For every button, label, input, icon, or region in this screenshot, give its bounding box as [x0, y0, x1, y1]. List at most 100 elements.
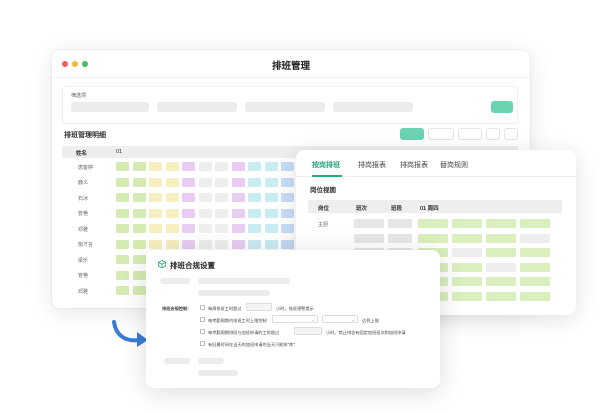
- schedule-cell[interactable]: [231, 239, 245, 249]
- schedule-cell[interactable]: [116, 239, 129, 249]
- schedule-cell[interactable]: [215, 162, 228, 171]
- schedule-cell[interactable]: [198, 193, 212, 202]
- schedule-cell[interactable]: [132, 162, 146, 171]
- rule-4-checkbox[interactable]: [200, 341, 205, 346]
- position-cell[interactable]: [452, 233, 482, 243]
- schedule-cell[interactable]: [116, 286, 129, 295]
- position-cell[interactable]: [452, 219, 482, 228]
- schedule-cell[interactable]: [264, 177, 278, 187]
- position-cell[interactable]: [520, 277, 550, 286]
- schedule-cell[interactable]: [149, 239, 162, 249]
- schedule-cell[interactable]: [248, 193, 261, 202]
- primary-action-button[interactable]: [400, 128, 424, 140]
- position-cell[interactable]: [452, 248, 482, 257]
- rule-2-checkbox[interactable]: [200, 317, 205, 322]
- filter-field-3[interactable]: [245, 102, 325, 112]
- schedule-cell[interactable]: [132, 286, 146, 295]
- schedule-cell[interactable]: [215, 177, 228, 187]
- schedule-cell[interactable]: [132, 208, 146, 218]
- position-cell[interactable]: [452, 262, 482, 272]
- rule-2-select-1[interactable]: ⌄: [272, 315, 318, 323]
- schedule-cell[interactable]: [215, 239, 228, 249]
- schedule-cell[interactable]: [215, 224, 228, 233]
- schedule-cell[interactable]: [149, 224, 162, 233]
- schedule-cell[interactable]: [116, 162, 129, 171]
- schedule-cell[interactable]: [116, 270, 129, 280]
- rule-2-select-2[interactable]: ⌄: [322, 315, 358, 323]
- schedule-cell[interactable]: [264, 239, 278, 249]
- schedule-cell[interactable]: [281, 239, 294, 249]
- schedule-cell[interactable]: [182, 162, 195, 171]
- schedule-cell[interactable]: [281, 193, 294, 202]
- position-cell[interactable]: [418, 219, 448, 228]
- schedule-cell[interactable]: [182, 193, 195, 202]
- schedule-cell[interactable]: [281, 208, 294, 218]
- schedule-cell[interactable]: [215, 193, 228, 202]
- schedule-cell[interactable]: [198, 162, 212, 171]
- schedule-cell[interactable]: [248, 224, 261, 233]
- tab-substitute-rules[interactable]: 替岗规则: [440, 160, 468, 170]
- schedule-cell[interactable]: [165, 239, 179, 249]
- schedule-cell[interactable]: [132, 177, 146, 187]
- position-cell[interactable]: [486, 248, 516, 257]
- filter-field-1[interactable]: [71, 102, 149, 112]
- filter-field-4[interactable]: [333, 102, 413, 112]
- schedule-cell[interactable]: [116, 177, 129, 187]
- schedule-cell[interactable]: [231, 224, 245, 233]
- schedule-cell[interactable]: [231, 193, 245, 202]
- schedule-cell[interactable]: [132, 193, 146, 202]
- schedule-cell[interactable]: [149, 177, 162, 187]
- schedule-cell[interactable]: [264, 224, 278, 233]
- toolbar-button-4[interactable]: [486, 128, 500, 140]
- position-cell[interactable]: [452, 291, 482, 301]
- schedule-cell[interactable]: [248, 162, 261, 171]
- tab-report-2[interactable]: 排岗报表: [400, 160, 428, 170]
- position-cell[interactable]: [388, 233, 412, 243]
- schedule-cell[interactable]: [231, 162, 245, 171]
- schedule-cell[interactable]: [116, 255, 129, 264]
- position-cell[interactable]: [354, 233, 384, 243]
- schedule-cell[interactable]: [165, 193, 179, 202]
- schedule-cell[interactable]: [248, 239, 261, 249]
- schedule-cell[interactable]: [264, 193, 278, 202]
- schedule-cell[interactable]: [116, 208, 129, 218]
- position-cell[interactable]: [418, 233, 448, 243]
- schedule-cell[interactable]: [116, 193, 129, 202]
- rule-3-checkbox[interactable]: [200, 329, 205, 334]
- schedule-cell[interactable]: [182, 177, 195, 187]
- schedule-cell[interactable]: [198, 208, 212, 218]
- schedule-cell[interactable]: [116, 224, 129, 233]
- schedule-cell[interactable]: [198, 239, 212, 249]
- rule-1-checkbox[interactable]: [200, 305, 205, 310]
- position-cell[interactable]: [486, 219, 516, 228]
- schedule-cell[interactable]: [198, 177, 212, 187]
- rule-3-hours-input[interactable]: [294, 327, 322, 335]
- position-cell[interactable]: [520, 262, 550, 272]
- schedule-cell[interactable]: [231, 177, 245, 187]
- position-cell[interactable]: [520, 248, 550, 257]
- position-cell[interactable]: [520, 233, 550, 243]
- schedule-cell[interactable]: [281, 177, 294, 187]
- schedule-cell[interactable]: [149, 208, 162, 218]
- schedule-cell[interactable]: [132, 255, 146, 264]
- schedule-cell[interactable]: [165, 177, 179, 187]
- toolbar-button-3[interactable]: [458, 128, 482, 140]
- position-cell[interactable]: [452, 277, 482, 286]
- position-cell[interactable]: [486, 291, 516, 301]
- schedule-cell[interactable]: [182, 208, 195, 218]
- schedule-cell[interactable]: [281, 162, 294, 171]
- schedule-cell[interactable]: [248, 177, 261, 187]
- schedule-cell[interactable]: [165, 224, 179, 233]
- position-cell[interactable]: [388, 219, 412, 228]
- schedule-cell[interactable]: [264, 162, 278, 171]
- schedule-cell[interactable]: [215, 208, 228, 218]
- position-cell[interactable]: [354, 219, 384, 228]
- schedule-cell[interactable]: [165, 208, 179, 218]
- position-cell[interactable]: [520, 291, 550, 301]
- schedule-cell[interactable]: [264, 208, 278, 218]
- schedule-cell[interactable]: [132, 239, 146, 249]
- toolbar-button-2[interactable]: [428, 128, 454, 140]
- tab-report-1[interactable]: 排岗报表: [358, 160, 386, 170]
- position-cell[interactable]: [486, 262, 516, 272]
- rule-1-hours-input[interactable]: [246, 303, 272, 311]
